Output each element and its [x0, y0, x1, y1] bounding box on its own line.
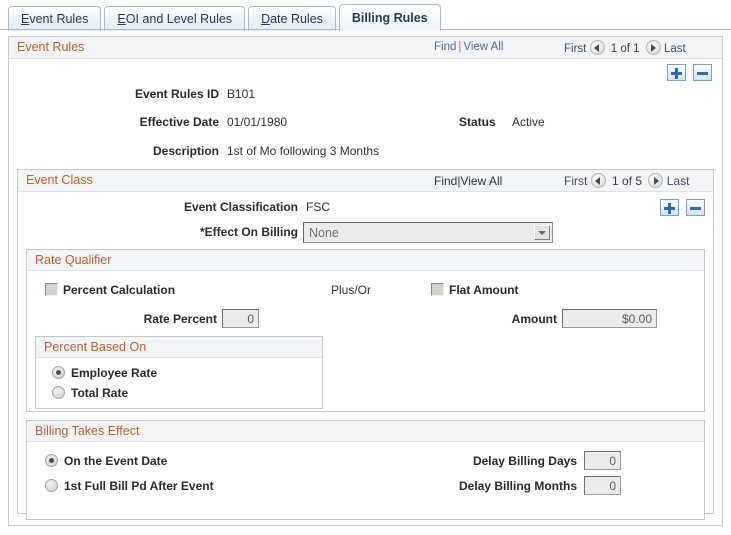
percent-calculation-checkbox[interactable] — [45, 283, 58, 296]
effect-on-billing-label: *Effect On Billing — [199, 225, 298, 239]
minus-icon[interactable] — [693, 64, 712, 81]
delay-billing-months-label: Delay Billing Months — [458, 479, 577, 493]
left-arrow-circle-icon[interactable] — [590, 173, 606, 188]
flat-amount-checkbox-wrap[interactable]: Flat Amount — [431, 283, 519, 297]
amount-label: Amount — [511, 312, 557, 326]
event-rules-header: Event Rules Find | View All First 1 of 1 L… — [9, 37, 722, 59]
event-rules-last-label[interactable]: Last — [664, 43, 686, 55]
first-full-bill-pd-after-event-option[interactable]: 1st Full Bill Pd After Event — [45, 479, 214, 493]
status-value: Active — [512, 115, 545, 129]
amount-input[interactable]: $0.00 — [562, 309, 657, 328]
rate-qualifier-body: Percent Calculation Plus/Or Flat Amount … — [27, 271, 704, 413]
billing-takes-effect-header: Billing Takes Effect — [27, 421, 704, 442]
status-label: Status — [459, 115, 496, 129]
billing-takes-effect-panel: Billing Takes Effect On the Event Date 1… — [26, 420, 705, 520]
event-class-last-label[interactable]: Last — [667, 174, 690, 188]
tab-date-rules[interactable]: Date Rules — [248, 6, 336, 31]
effective-date-label: Effective Date — [139, 115, 219, 129]
event-class-view-all-link[interactable]: View All — [460, 174, 502, 188]
right-arrow-circle-icon[interactable] — [645, 40, 661, 55]
event-rules-links: Find | View All — [434, 41, 503, 53]
first-full-bill-pd-after-event-radio[interactable] — [45, 479, 58, 492]
rate-qualifier-header: Rate Qualifier — [27, 250, 704, 271]
effective-date-value: 01/01/1980 — [227, 115, 288, 129]
event-class-counter: 1 of 5 — [612, 174, 643, 188]
event-class-row-nav: First 1 of 5 Last — [564, 173, 689, 188]
total-rate-label: Total Rate — [71, 386, 129, 400]
event-rules-view-all-link[interactable]: View All — [463, 41, 503, 53]
tab-date-rules-accel: D — [261, 12, 271, 26]
plus-icon[interactable] — [659, 199, 679, 216]
event-rules-id-value: B101 — [227, 87, 256, 101]
event-rules-counter: 1 of 1 — [610, 43, 640, 55]
event-rules-first-label[interactable]: First — [564, 43, 586, 55]
tab-event-rules-label: vent Rules — [29, 12, 89, 26]
rate-percent-input[interactable]: 0 — [222, 309, 259, 328]
employee-rate-radio[interactable] — [52, 366, 65, 379]
tab-billing-rules-label: Billing Rules — [351, 11, 428, 25]
plus-icon[interactable] — [666, 64, 686, 81]
description-label: Description — [152, 144, 219, 158]
event-class-title: Event Class — [26, 173, 93, 187]
tab-date-rules-label: ate Rules — [270, 12, 323, 26]
tab-event-rules[interactable]: Event Rules — [8, 6, 102, 31]
event-rules-title: Event Rules — [17, 40, 85, 54]
percent-based-on-body: Employee Rate Total Rate — [36, 358, 322, 410]
right-arrow-circle-icon[interactable] — [648, 173, 664, 188]
employee-rate-option[interactable]: Employee Rate — [52, 366, 157, 380]
tab-bar: Event Rules EOI and Level Rules Date Rules… — [0, 0, 731, 32]
rate-qualifier-title: Rate Qualifier — [35, 253, 112, 267]
employee-rate-label: Employee Rate — [71, 366, 158, 380]
on-the-event-date-radio[interactable] — [45, 454, 58, 467]
tab-billing-rules[interactable]: Billing Rules — [338, 4, 441, 32]
on-the-event-date-label: On the Event Date — [64, 454, 168, 468]
flat-amount-checkbox[interactable] — [431, 283, 444, 296]
chevron-down-icon[interactable] — [534, 225, 550, 240]
rate-qualifier-panel: Rate Qualifier Percent Calculation Plus/… — [26, 249, 705, 412]
event-rules-row-buttons — [663, 64, 712, 84]
delay-billing-days-label: Delay Billing Days — [472, 454, 577, 468]
event-classification-value: FSC — [306, 200, 330, 214]
effect-on-billing-select[interactable]: None — [303, 222, 553, 243]
event-class-find-link[interactable]: Find — [434, 174, 457, 188]
description-value: 1st of Mo following 3 Months — [227, 144, 380, 158]
event-class-row-buttons — [656, 199, 705, 219]
delay-billing-days-input[interactable]: 0 — [584, 451, 621, 470]
event-classification-label: Event Classification — [183, 200, 298, 214]
event-rules-id-label: Event Rules ID — [134, 87, 219, 101]
left-arrow-circle-icon[interactable] — [589, 40, 605, 55]
delay-billing-months-input[interactable]: 0 — [584, 476, 621, 495]
plus-or-label: Plus/Or — [331, 283, 372, 297]
event-class-header: Event Class Find|View All First 1 of 5 L… — [18, 170, 713, 192]
percent-based-on-title: Percent Based On — [44, 340, 147, 354]
event-rules-panel: Event Rules Find | View All First 1 of 1 L… — [8, 36, 723, 526]
first-full-bill-pd-after-event-label: 1st Full Bill Pd After Event — [64, 479, 214, 493]
percent-based-on-panel: Percent Based On Employee Rate Total Rat… — [35, 336, 323, 409]
tab-eoi-and-level-rules-accel: E — [117, 12, 126, 26]
tab-eoi-and-level-rules[interactable]: EOI and Level Rules — [104, 6, 246, 31]
event-class-panel: Event Class Find|View All First 1 of 5 L… — [17, 169, 714, 520]
event-class-first-label[interactable]: First — [564, 174, 587, 188]
total-rate-option[interactable]: Total Rate — [52, 386, 128, 400]
total-rate-radio[interactable] — [52, 386, 65, 399]
minus-icon[interactable] — [686, 199, 705, 216]
event-rules-find-link[interactable]: Find — [434, 41, 456, 53]
percent-based-on-header: Percent Based On — [36, 337, 322, 358]
event-class-body: Event Classification FSC *Effect On Bill… — [18, 192, 713, 535]
on-the-event-date-option[interactable]: On the Event Date — [45, 454, 167, 468]
event-rules-row-nav: First 1 of 1 Last — [564, 40, 686, 55]
rate-percent-label: Rate Percent — [143, 312, 217, 326]
flat-amount-label: Flat Amount — [449, 283, 519, 297]
tab-eoi-and-level-rules-label: OI and Level Rules — [125, 12, 233, 26]
billing-takes-effect-title: Billing Takes Effect — [35, 424, 140, 438]
percent-calculation-checkbox-wrap[interactable]: Percent Calculation — [45, 283, 175, 297]
effect-on-billing-selected-value: None — [309, 226, 339, 240]
percent-calculation-label: Percent Calculation — [63, 283, 176, 297]
billing-takes-effect-body: On the Event Date 1st Full Bill Pd After… — [27, 442, 704, 521]
event-class-links: Find|View All — [434, 174, 502, 188]
